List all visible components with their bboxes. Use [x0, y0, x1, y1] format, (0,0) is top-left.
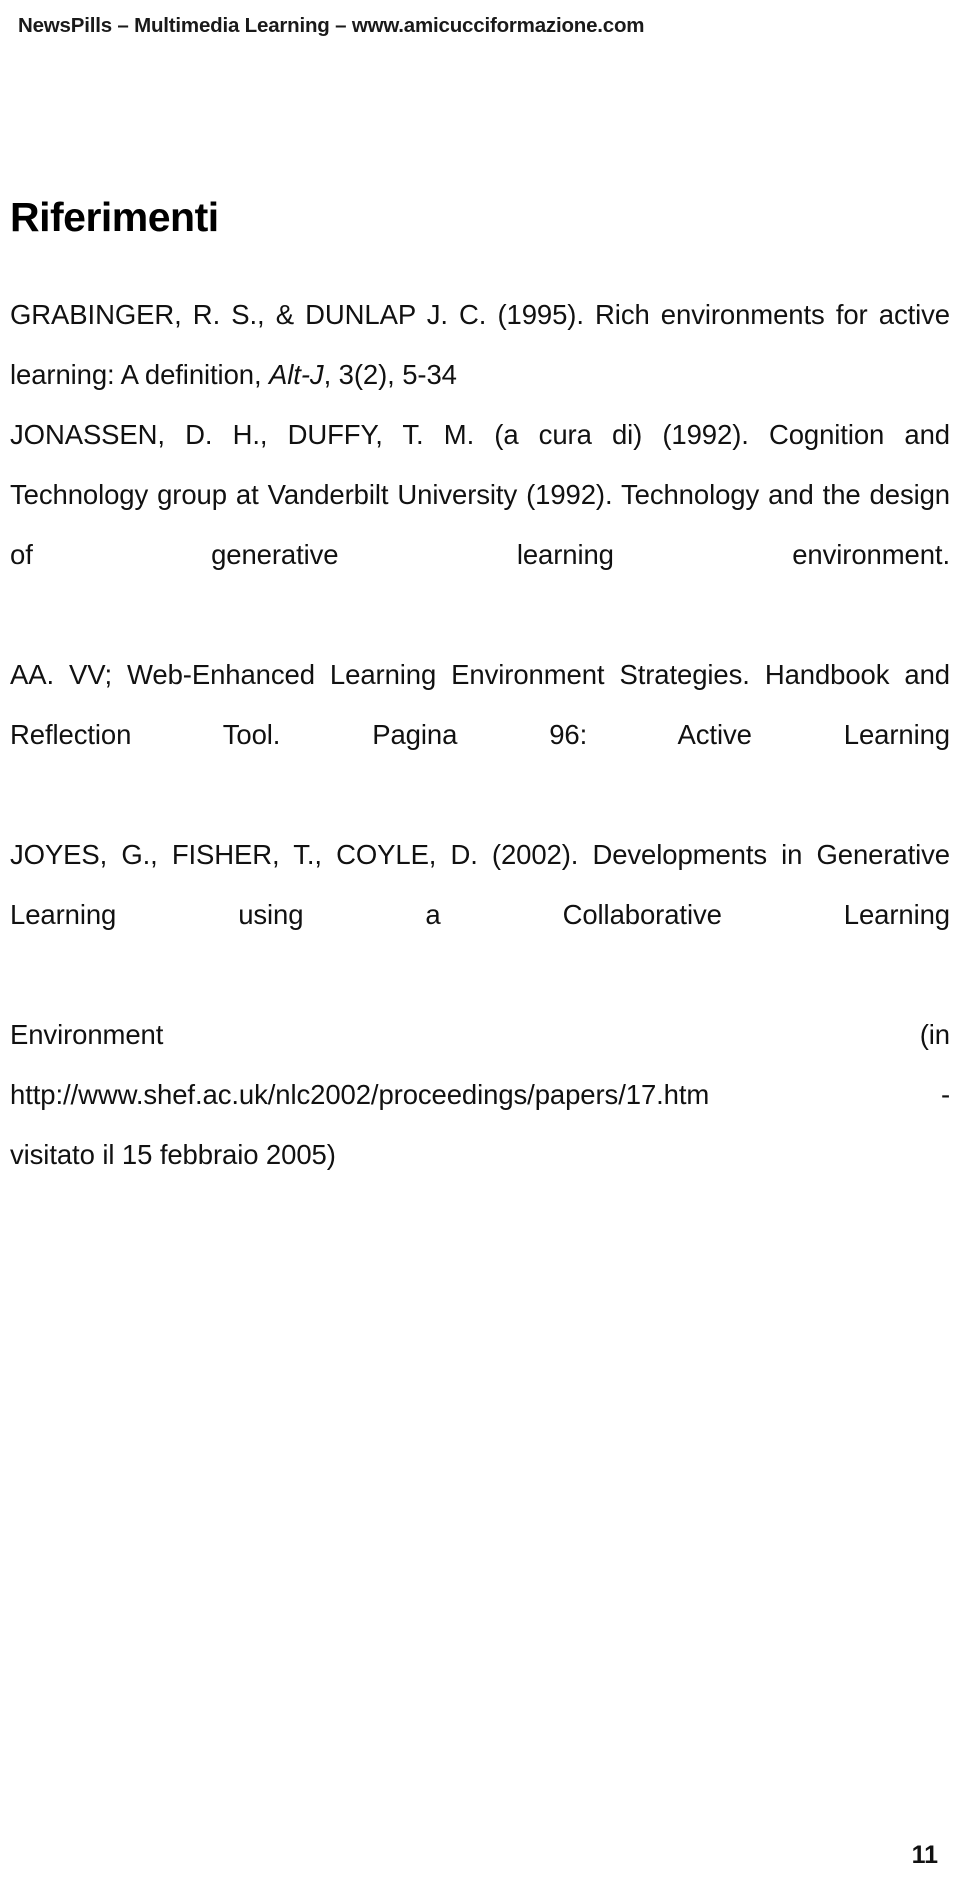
reference-journal-italic: Alt-J	[269, 359, 324, 391]
reference-line-environment: Environment (in	[10, 1005, 950, 1065]
reference-line-url: http://www.shef.ac.uk/nlc2002/proceeding…	[10, 1065, 950, 1125]
page-content: Riferimenti GRABINGER, R. S., & DUNLAP J…	[10, 194, 950, 1185]
reference-url[interactable]: http://www.shef.ac.uk/nlc2002/proceeding…	[10, 1065, 709, 1125]
reference-item-joyes: JOYES, G., FISHER, T., COYLE, D. (2002).…	[10, 839, 950, 931]
reference-url-dash: -	[940, 1079, 950, 1111]
reference-visited-date: visitato il 15 febbraio 2005)	[10, 1139, 336, 1171]
reference-item-aavv: AA. VV; Web-Enhanced Learning Environmen…	[10, 659, 950, 751]
running-header: NewsPills – Multimedia Learning – www.am…	[18, 14, 645, 37]
reference-text-part-2: , 3(2), 5-34	[323, 359, 457, 391]
reference-text-part-1: GRABINGER, R. S., & DUNLAP J. C. (1995).…	[10, 299, 950, 391]
document-page: NewsPills – Multimedia Learning – www.am…	[0, 0, 960, 1894]
reference-environment-label: Environment	[10, 1019, 164, 1051]
page-title: Riferimenti	[10, 194, 219, 240]
reference-item-grabinger: GRABINGER, R. S., & DUNLAP J. C. (1995).…	[10, 285, 950, 405]
page-number: 11	[911, 1841, 938, 1869]
reference-item-jonassen: JONASSEN, D. H., DUFFY, T. M. (a cura di…	[10, 419, 950, 571]
reference-open-paren-in: (in	[919, 1019, 950, 1051]
